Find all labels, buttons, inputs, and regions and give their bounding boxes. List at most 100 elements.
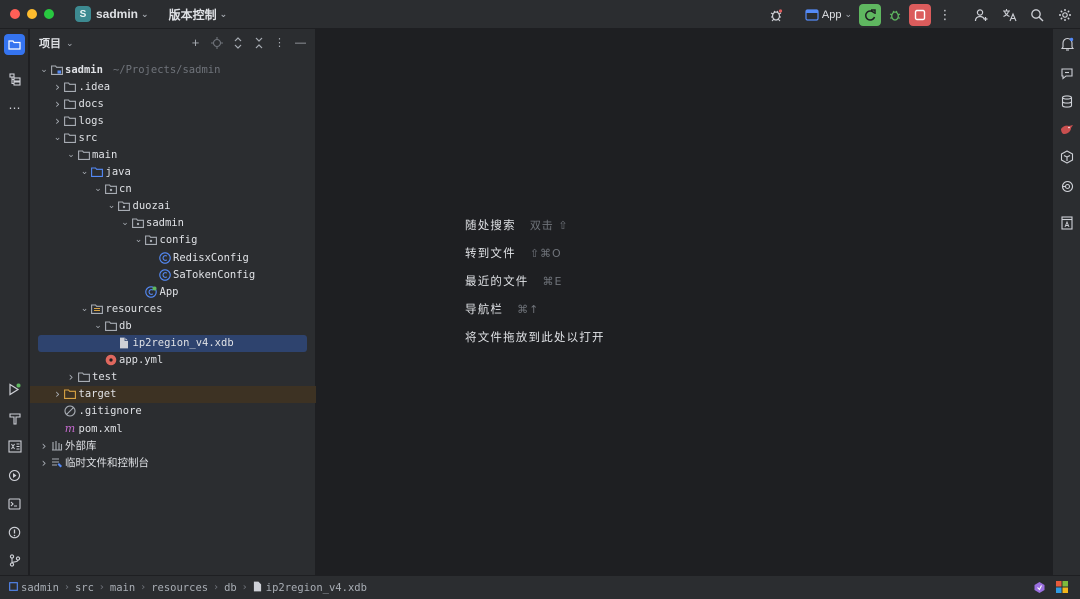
tree-row[interactable]: ip2region_v4.xdb — [30, 334, 316, 352]
tree-row[interactable]: ⌄ db — [30, 317, 316, 334]
add-user-button[interactable] — [970, 4, 992, 26]
chevron-down-icon[interactable]: ⌄ — [38, 65, 50, 75]
breadcrumb-item[interactable]: main — [110, 582, 135, 594]
expand-all-button[interactable] — [229, 34, 246, 51]
tree-row[interactable]: ⌄ resources — [30, 300, 316, 317]
chevron-down-icon[interactable]: ⌄ — [79, 167, 91, 177]
structure-tool-button[interactable] — [4, 69, 25, 90]
notifications-button[interactable] — [1057, 34, 1077, 54]
project-switcher[interactable]: sadmin ⌄ — [96, 7, 149, 21]
chevron-down-icon[interactable]: ⌄ — [92, 321, 104, 331]
project-panel-title[interactable]: 项目 — [39, 35, 61, 51]
more-actions-button[interactable]: ⋮ — [934, 4, 956, 26]
tree-row[interactable]: ⌄ cn — [30, 181, 316, 198]
more-tools-button[interactable]: ⋯ — [4, 97, 25, 118]
chevron-right-icon[interactable]: › — [52, 387, 64, 401]
breadcrumb-item[interactable]: ip2region_v4.xdb — [266, 582, 367, 594]
tree-row[interactable]: SaTokenConfig — [30, 266, 316, 283]
database-button[interactable] — [1057, 91, 1077, 111]
tree-row[interactable]: app.yml — [30, 352, 316, 369]
chevron-right-icon[interactable]: › — [52, 97, 64, 111]
tree-row[interactable]: .gitignore — [30, 403, 316, 420]
chevron-right-icon[interactable]: › — [38, 439, 50, 453]
vcs-menu[interactable]: 版本控制 ⌄ — [169, 6, 228, 23]
tree-row[interactable]: RedisxConfig — [30, 249, 316, 266]
chevron-right-icon[interactable]: › — [52, 80, 64, 94]
debug-bug-icon[interactable] — [765, 4, 787, 26]
reader-mode-button[interactable] — [1057, 213, 1077, 233]
zoom-window-button[interactable] — [44, 9, 54, 19]
close-window-button[interactable] — [10, 9, 20, 19]
search-icon — [1031, 8, 1044, 21]
breadcrumb-item[interactable]: resources — [151, 582, 208, 594]
tree-row[interactable]: ⌄ java — [30, 164, 316, 181]
ai-status-icon[interactable] — [1033, 581, 1046, 597]
tree-row[interactable]: › 临时文件和控制台 — [30, 454, 316, 471]
chevron-right-icon[interactable]: › — [38, 456, 50, 470]
minimize-icon: — — [295, 36, 306, 49]
breadcrumb-item[interactable]: sadmin — [21, 582, 59, 594]
windows-grid-icon[interactable] — [1056, 581, 1068, 596]
rerun-button[interactable] — [859, 3, 881, 26]
tree-row[interactable]: › target — [30, 385, 316, 403]
tree-row[interactable]: ⌄ config — [30, 232, 316, 249]
chevron-down-icon: ⌄ — [141, 8, 149, 19]
tree-row[interactable]: › docs — [30, 95, 316, 112]
editor-area[interactable]: 随处搜索 双击 ⇧ 转到文件 ⇧⌘O 最近的文件 ⌘E 导航栏 ⌘↑ 将文件拖放到此处以打开 — [317, 29, 1051, 575]
new-file-button[interactable]: + — [187, 34, 204, 51]
problems-tool-button[interactable] — [4, 522, 25, 543]
chevron-down-icon[interactable]: ⌄ — [92, 184, 104, 194]
maven-icon: m — [64, 422, 76, 436]
tree-item-label: main — [92, 149, 118, 162]
settings-button[interactable] — [1054, 4, 1076, 26]
search-button[interactable] — [1026, 4, 1048, 26]
translate-button[interactable] — [998, 4, 1020, 26]
spring-app-class-icon — [145, 286, 158, 298]
run-tool-button[interactable] — [4, 379, 25, 400]
options-button[interactable]: ⋮ — [271, 34, 288, 51]
tree-row[interactable]: ⌄ sadmin — [30, 215, 316, 232]
maven-bird-button[interactable] — [1057, 119, 1077, 139]
tree-row[interactable]: ⌄ main — [30, 146, 316, 163]
chevron-right-icon: › — [242, 582, 247, 593]
window-controls — [10, 9, 54, 19]
collapse-all-button[interactable] — [250, 34, 267, 51]
tree-row[interactable]: App — [30, 283, 316, 300]
git-tool-button[interactable] — [4, 550, 25, 571]
chevron-right-icon[interactable]: › — [65, 370, 77, 384]
chevron-down-icon[interactable]: ⌄ — [106, 201, 118, 211]
project-tool-button[interactable] — [4, 34, 25, 55]
plugin-button[interactable] — [1057, 147, 1077, 167]
app-config-icon — [805, 8, 819, 21]
chevron-down-icon[interactable]: ⌄ — [119, 218, 131, 228]
breadcrumb-item[interactable]: src — [75, 582, 94, 594]
chevron-right-icon[interactable]: › — [52, 114, 64, 128]
tree-row[interactable]: › test — [30, 369, 316, 386]
services-tool-button[interactable] — [4, 465, 25, 486]
chevron-down-icon[interactable]: ⌄ — [133, 235, 145, 245]
chevron-down-icon[interactable]: ⌄ — [66, 38, 74, 49]
stop-button[interactable] — [909, 3, 931, 26]
tree-row[interactable]: ⌄ sadmin ~/Projects/sadmin — [30, 61, 316, 78]
tree-row[interactable]: ⌄ duozai — [30, 198, 316, 215]
chevron-down-icon[interactable]: ⌄ — [79, 304, 91, 314]
breadcrumb-item[interactable]: db — [224, 582, 237, 594]
excel-tool-button[interactable] — [4, 436, 25, 457]
source-folder-icon — [91, 166, 104, 178]
tree-row[interactable]: › .idea — [30, 78, 316, 95]
tree-row[interactable]: › 外部库 — [30, 437, 316, 454]
run-config-selector[interactable]: App ⌄ — [805, 9, 852, 21]
chevron-down-icon[interactable]: ⌄ — [52, 133, 64, 143]
tree-row[interactable]: m pom.xml — [30, 420, 316, 437]
tree-row[interactable]: ⌄ src — [30, 129, 316, 146]
build-tool-button[interactable] — [4, 408, 25, 429]
locate-file-button[interactable] — [208, 34, 225, 51]
chevron-down-icon[interactable]: ⌄ — [65, 150, 77, 160]
ai-assistant-button[interactable] — [1057, 63, 1077, 83]
debug-button[interactable] — [884, 4, 906, 26]
terminal-tool-button[interactable] — [4, 493, 25, 514]
minimize-window-button[interactable] — [27, 9, 37, 19]
tree-row[interactable]: › logs — [30, 112, 316, 129]
endpoints-button[interactable] — [1057, 176, 1077, 196]
hide-panel-button[interactable]: — — [292, 34, 309, 51]
